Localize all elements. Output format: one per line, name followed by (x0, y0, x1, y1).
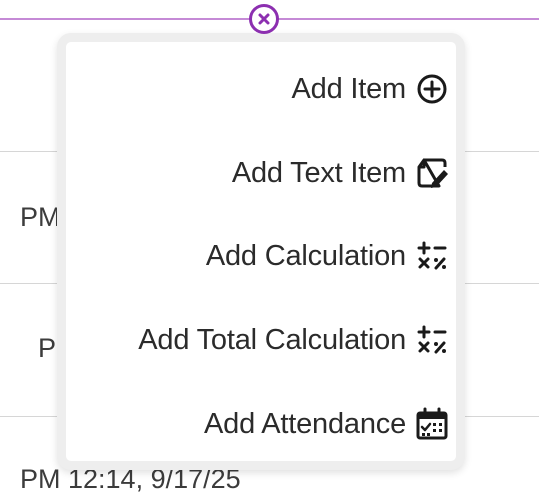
close-menu-button[interactable] (249, 4, 279, 34)
menu-item-label: Add Calculation (205, 239, 406, 272)
add-calculation-menu-item[interactable]: Add Calculation (206, 228, 450, 284)
add-text-item-menu-item[interactable]: Add Text Item (232, 145, 450, 201)
close-icon (258, 13, 270, 25)
menu-item-label: Add Attendance (204, 407, 406, 440)
menu-item-label: Add Total Calculation (138, 323, 406, 356)
add-attendance-menu-item[interactable]: Add Attendance (204, 396, 450, 452)
background-row-text: PM 12:14, 9/17/25 (20, 464, 241, 494)
attendance-calendar-icon (414, 406, 450, 442)
calculation-icon (414, 238, 450, 274)
plus-circle-icon (414, 71, 450, 107)
text-item-icon (414, 155, 450, 191)
background-row-text: PM (20, 202, 61, 232)
add-menu: Add Item Add Text Item Add Calculation A… (57, 33, 465, 470)
add-item-menu-item[interactable]: Add Item (292, 61, 450, 117)
add-total-calculation-menu-item[interactable]: Add Total Calculation (138, 312, 450, 368)
calculation-icon (414, 322, 450, 358)
menu-item-label: Add Item (291, 72, 407, 105)
menu-item-label: Add Text Item (231, 156, 406, 189)
